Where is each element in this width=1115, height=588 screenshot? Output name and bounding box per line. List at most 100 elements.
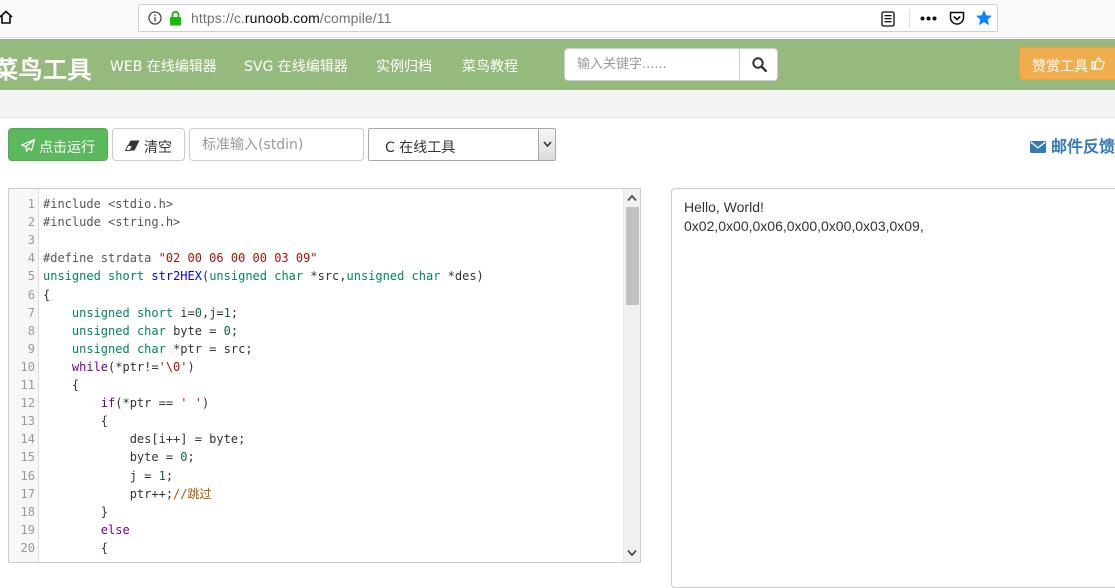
line-code[interactable]: #include <stdio.h>	[43, 195, 173, 213]
line-number: 15	[20, 450, 35, 465]
line-code[interactable]: if(*ptr == ' ')	[43, 394, 209, 412]
line-code[interactable]: j = 1;	[43, 467, 173, 485]
nav-link-tutorial[interactable]: 菜鸟教程	[462, 56, 518, 76]
code-line[interactable]: 12 if(*ptr == ' ')	[9, 394, 623, 412]
line-code[interactable]: #define strdata "02 00 06 00 00 03 09"	[43, 249, 318, 267]
code-line[interactable]: 5 unsigned short str2HEX(unsigned char *s…	[9, 267, 623, 285]
line-number: 4	[27, 251, 35, 266]
line-code[interactable]: unsigned char byte = 0;	[43, 322, 238, 340]
page-actions-icon[interactable]	[920, 16, 937, 21]
lock-icon[interactable]	[169, 10, 182, 26]
code-line[interactable]: 13 {	[9, 412, 623, 430]
breadcrumb-bar	[0, 90, 1115, 118]
line-code[interactable]: des[i++] = byte;	[43, 430, 246, 448]
code-line[interactable]: 1 #include <stdio.h>	[9, 195, 623, 213]
code-line[interactable]: 11 {	[9, 376, 623, 394]
code-line[interactable]: 20 {	[9, 539, 623, 557]
line-number: 9	[27, 341, 35, 356]
scroll-up-arrow-icon[interactable]	[627, 194, 637, 202]
code-line[interactable]: 9 unsigned char *ptr = src;	[9, 340, 623, 358]
donate-button[interactable]: 赞赏工具	[1019, 47, 1115, 80]
site-navbar: 菜鸟工具 WEB 在线编辑器 SVG 在线编辑器 实例归档 菜鸟教程 赞赏工具	[0, 39, 1115, 90]
url-text[interactable]: https://c.runoob.com/compile/11	[191, 10, 392, 26]
line-number: 11	[20, 378, 35, 392]
send-icon	[21, 139, 35, 152]
code-line[interactable]: 8 unsigned char byte = 0;	[9, 322, 623, 340]
mail-icon	[1030, 141, 1046, 153]
code-line[interactable]: 19 else	[9, 521, 623, 539]
code-line[interactable]: 10 while(*ptr!='\0')	[9, 358, 623, 376]
run-button-label: 点击运行	[39, 140, 95, 156]
line-number: 7	[27, 305, 35, 320]
code-line[interactable]: 17 ptr++;//跳过	[9, 485, 623, 503]
thumbs-up-icon	[1091, 56, 1105, 70]
stdin-input[interactable]	[189, 128, 364, 161]
line-code[interactable]: unsigned short str2HEX(unsigned char *sr…	[43, 267, 484, 285]
line-number: 8	[27, 323, 35, 338]
bookmark-star-icon[interactable]	[975, 9, 993, 27]
language-select-toggle[interactable]	[538, 129, 555, 160]
language-select[interactable]: C 在线工具	[368, 128, 556, 161]
line-code[interactable]: unsigned char *ptr = src;	[43, 340, 253, 358]
line-code[interactable]: {	[43, 286, 50, 304]
code-line[interactable]: 14 des[i++] = byte;	[9, 430, 623, 448]
site-logo[interactable]: 菜鸟工具	[0, 50, 92, 85]
search-button[interactable]	[739, 49, 778, 80]
line-number: 3	[27, 233, 35, 248]
line-code[interactable]: {	[43, 412, 108, 430]
code-line[interactable]: 2 #include <string.h>	[9, 213, 623, 231]
address-bar[interactable]: https://c.runoob.com/compile/11	[138, 4, 998, 32]
line-number: 5	[27, 269, 35, 284]
eraser-icon	[125, 140, 140, 151]
line-number: 6	[27, 287, 35, 302]
nav-link-svg-editor[interactable]: SVG 在线编辑器	[244, 56, 348, 76]
code-line[interactable]: 6{	[9, 286, 623, 304]
chevron-down-icon	[543, 141, 552, 147]
code-line[interactable]: 7 unsigned short i=0,j=1;	[9, 304, 623, 322]
line-number: 2	[27, 215, 35, 230]
line-number: 12	[20, 396, 35, 411]
reader-view-icon[interactable]	[881, 11, 895, 27]
scroll-down-arrow-icon[interactable]	[627, 549, 637, 557]
scrollbar-thumb[interactable]	[626, 207, 639, 305]
code-line[interactable]: 16 j = 1;	[9, 467, 623, 485]
line-code[interactable]: }	[43, 503, 108, 521]
editor-scrollbar[interactable]	[623, 189, 640, 562]
nav-link-examples[interactable]: 实例归档	[376, 56, 432, 76]
line-number: 1	[27, 197, 35, 211]
pocket-icon[interactable]	[949, 11, 965, 26]
code-line[interactable]: 3	[9, 231, 623, 249]
line-code[interactable]: {	[43, 376, 79, 394]
line-code[interactable]: {	[43, 539, 108, 557]
line-number: 19	[20, 522, 35, 537]
code-editor[interactable]: 1 #include <stdio.h> 2 #include <string.h> 3…	[8, 188, 641, 563]
line-code[interactable]: while(*ptr!='\0')	[43, 358, 195, 376]
run-button[interactable]: 点击运行	[8, 128, 108, 161]
output-line: Hello, World!	[684, 199, 764, 215]
code-line[interactable]: 4 #define strdata "02 00 06 00 00 03 09"	[9, 249, 623, 267]
browser-toolbar: https://c.runoob.com/compile/11	[0, 0, 1115, 38]
search-box	[564, 48, 778, 81]
nav-link-web-editor[interactable]: WEB 在线编辑器	[110, 56, 217, 76]
code-line[interactable]: 18 }	[9, 503, 623, 521]
line-code[interactable]: #include <string.h>	[43, 213, 180, 231]
output-panel: Hello, World! 0x02,0x00,0x06,0x00,0x00,0…	[671, 188, 1115, 588]
home-icon[interactable]	[0, 9, 14, 25]
line-number: 16	[20, 468, 35, 483]
line-number: 17	[20, 486, 35, 501]
urlbar-divider	[909, 10, 910, 28]
search-icon	[752, 57, 767, 72]
line-number: 18	[20, 504, 35, 519]
feedback-link[interactable]: 邮件反馈	[1030, 133, 1115, 157]
line-code[interactable]: byte = 0;	[43, 448, 195, 466]
search-input[interactable]	[566, 50, 738, 79]
line-code[interactable]: else	[43, 521, 130, 539]
info-icon[interactable]	[148, 11, 162, 25]
code-line[interactable]: 15 byte = 0;	[9, 448, 623, 466]
language-select-value: C 在线工具	[385, 140, 456, 156]
clear-button[interactable]: 清空	[112, 128, 185, 161]
line-number: 14	[20, 432, 35, 447]
line-number: 20	[20, 540, 35, 555]
line-code[interactable]: ptr++;//跳过	[43, 485, 212, 503]
line-code[interactable]: unsigned short i=0,j=1;	[43, 304, 238, 322]
